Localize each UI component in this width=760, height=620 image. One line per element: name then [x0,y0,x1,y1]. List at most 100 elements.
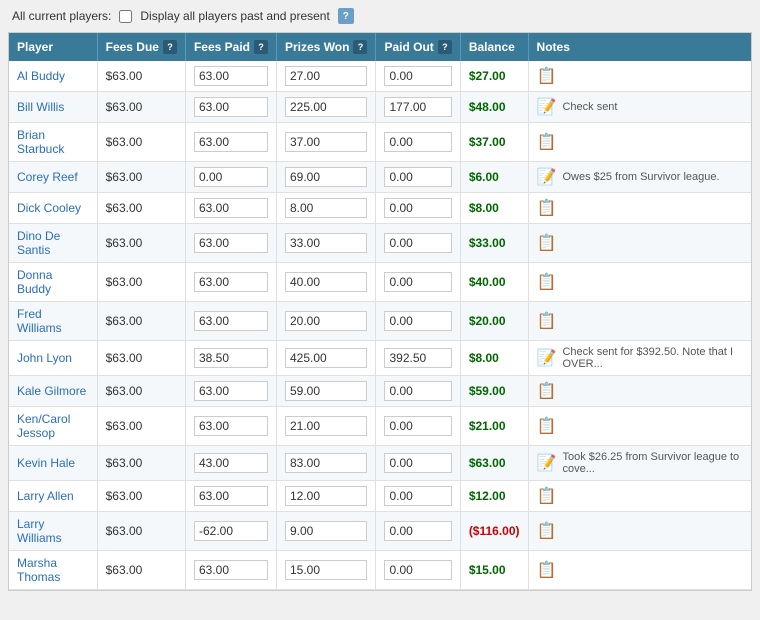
note-icon[interactable]: 📋 [537,311,557,331]
note-icon[interactable]: 📋 [537,560,557,580]
fees-paid-input[interactable] [194,233,268,253]
note-icon[interactable]: 📋 [537,272,557,292]
player-name-link[interactable]: Dino De Santis [17,229,60,257]
paid-out-cell [376,376,460,407]
fees-paid-input[interactable] [194,416,268,436]
balance-cell: $12.00 [460,481,528,512]
note-icon[interactable]: 📋 [537,381,557,401]
fees-due-help-icon[interactable]: ? [163,40,177,54]
player-name-link[interactable]: Bill Willis [17,100,64,114]
paid-out-input[interactable] [384,167,451,187]
paid-out-cell [376,481,460,512]
prizes-won-input[interactable] [285,66,367,86]
player-name-link[interactable]: John Lyon [17,351,72,365]
prizes-won-help-icon[interactable]: ? [353,40,367,54]
player-name-link[interactable]: Corey Reef [17,170,78,184]
fees-paid-input[interactable] [194,453,268,473]
paid-out-input[interactable] [384,66,451,86]
paid-out-cell [376,446,460,481]
player-name-link[interactable]: Donna Buddy [17,268,52,296]
prizes-won-input[interactable] [285,272,367,292]
fees-paid-help-icon[interactable]: ? [254,40,268,54]
player-name-link[interactable]: Kevin Hale [17,456,75,470]
fees-paid-input[interactable] [194,97,268,117]
balance-cell: $59.00 [460,376,528,407]
fees-paid-cell [185,376,276,407]
note-icon[interactable]: 📝 [537,348,557,368]
prizes-won-input[interactable] [285,453,367,473]
paid-out-cell [376,263,460,302]
prizes-won-input[interactable] [285,97,367,117]
prizes-won-input[interactable] [285,198,367,218]
paid-out-cell [376,407,460,446]
note-icon[interactable]: 📋 [537,416,557,436]
prizes-won-cell [277,446,376,481]
paid-out-input[interactable] [384,486,451,506]
paid-out-help-icon[interactable]: ? [438,40,452,54]
prizes-won-input[interactable] [285,311,367,331]
paid-out-input[interactable] [384,416,451,436]
prizes-won-cell [277,551,376,590]
note-icon[interactable]: 📋 [537,198,557,218]
display-all-help-icon[interactable]: ? [338,8,354,24]
fees-paid-input[interactable] [194,521,268,541]
paid-out-input[interactable] [384,198,451,218]
fees-paid-input[interactable] [194,486,268,506]
player-cell: Dick Cooley [9,193,97,224]
player-name-link[interactable]: Kale Gilmore [17,384,86,398]
fees-paid-input[interactable] [194,560,268,580]
fees-paid-input[interactable] [194,311,268,331]
player-name-link[interactable]: Al Buddy [17,69,65,83]
fees-due-cell: $63.00 [97,341,185,376]
prizes-won-input[interactable] [285,381,367,401]
note-icon[interactable]: 📝 [537,167,557,187]
player-name-link[interactable]: Larry Allen [17,489,74,503]
fees-due-cell: $63.00 [97,551,185,590]
prizes-won-input[interactable] [285,167,367,187]
fees-paid-input[interactable] [194,198,268,218]
fees-paid-input[interactable] [194,381,268,401]
notes-cell: 📋 [528,551,751,590]
player-name-link[interactable]: Ken/Carol Jessop [17,412,70,440]
paid-out-input[interactable] [384,521,451,541]
note-icon[interactable]: 📋 [537,486,557,506]
player-name-link[interactable]: Marsha Thomas [17,556,60,584]
player-name-link[interactable]: Larry Williams [17,517,62,545]
prizes-won-input[interactable] [285,486,367,506]
notes-cell: 📋 [528,376,751,407]
table-row: Brian Starbuck$63.00$37.00📋 [9,123,751,162]
fees-paid-input[interactable] [194,66,268,86]
note-icon[interactable]: 📋 [537,233,557,253]
paid-out-input[interactable] [384,97,451,117]
prizes-won-input[interactable] [285,132,367,152]
paid-out-input[interactable] [384,453,451,473]
fees-paid-input[interactable] [194,272,268,292]
paid-out-input[interactable] [384,233,451,253]
note-icon[interactable]: 📝 [537,453,557,473]
display-all-checkbox[interactable] [119,10,132,23]
prizes-won-input[interactable] [285,233,367,253]
fees-paid-input[interactable] [194,348,268,368]
player-cell: Dino De Santis [9,224,97,263]
prizes-won-cell [277,481,376,512]
prizes-won-input[interactable] [285,521,367,541]
player-name-link[interactable]: Dick Cooley [17,201,81,215]
prizes-won-input[interactable] [285,416,367,436]
fees-paid-input[interactable] [194,167,268,187]
fees-paid-cell [185,61,276,92]
paid-out-input[interactable] [384,272,451,292]
note-icon[interactable]: 📋 [537,66,557,86]
paid-out-input[interactable] [384,560,451,580]
note-icon[interactable]: 📋 [537,521,557,541]
paid-out-input[interactable] [384,381,451,401]
prizes-won-input[interactable] [285,348,367,368]
paid-out-input[interactable] [384,311,451,331]
player-name-link[interactable]: Fred Williams [17,307,62,335]
paid-out-input[interactable] [384,132,451,152]
note-icon[interactable]: 📋 [537,132,557,152]
player-name-link[interactable]: Brian Starbuck [17,128,64,156]
paid-out-input[interactable] [384,348,451,368]
note-icon[interactable]: 📝 [537,97,557,117]
fees-paid-input[interactable] [194,132,268,152]
prizes-won-input[interactable] [285,560,367,580]
